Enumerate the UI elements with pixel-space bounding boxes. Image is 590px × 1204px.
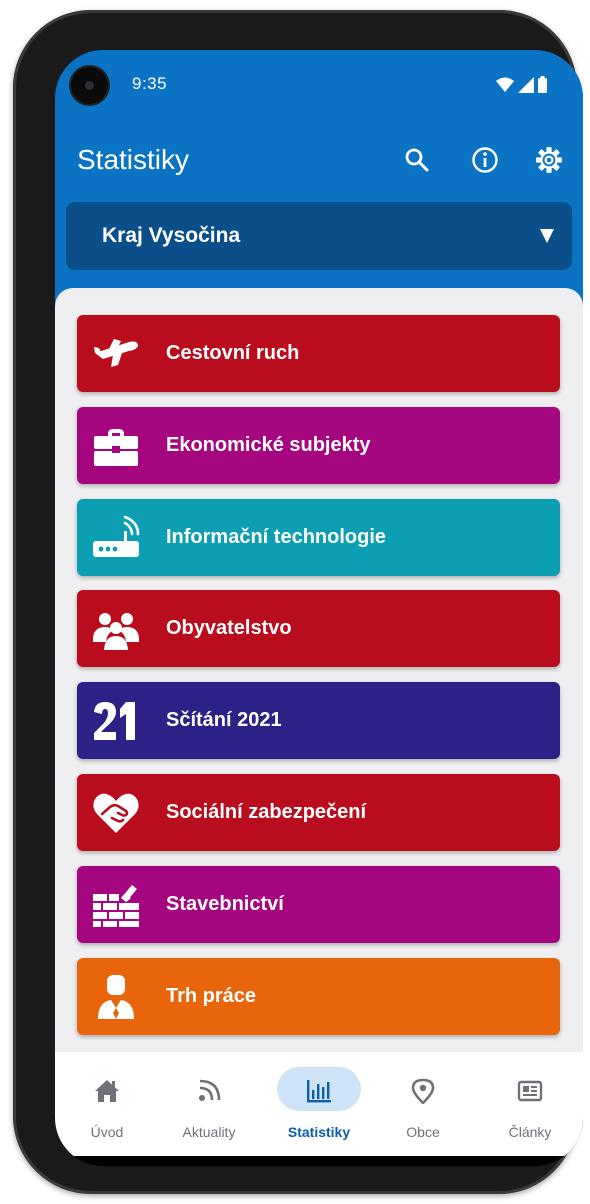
nav-item-aktuality[interactable]: Aktuality <box>159 1052 259 1156</box>
category-tile-stavebnictvi[interactable]: Stavebnictví <box>77 866 560 943</box>
region-select-value: Kraj Vysočina <box>102 224 241 247</box>
category-tile-informacni-technologie[interactable]: Informační technologie <box>77 499 560 576</box>
signal-icon <box>518 76 534 93</box>
front-camera <box>71 67 108 104</box>
category-tile-cestovni-ruch[interactable]: Cestovní ruch <box>77 315 560 392</box>
airplane-icon <box>94 339 138 367</box>
census-21-icon <box>94 702 135 740</box>
nav-item-obce[interactable]: Obce <box>373 1052 473 1156</box>
category-label: Stavebnictví <box>166 893 284 915</box>
bottom-navigation: Úvod Aktuality Statistiky Obce Články <box>55 1052 583 1156</box>
status-icons <box>496 76 547 93</box>
page-title: Statistiky <box>77 144 190 175</box>
category-tile-scitani-2021[interactable]: Sčítání 2021 <box>77 682 560 759</box>
category-label: Cestovní ruch <box>166 342 300 364</box>
category-label: Sčítání 2021 <box>166 709 282 731</box>
router-icon <box>93 515 140 557</box>
battery-icon <box>538 76 547 93</box>
nav-label-uvod: Úvod <box>90 1124 124 1140</box>
category-label: Sociální zabezpečení <box>166 801 367 823</box>
dropdown-caret-icon <box>540 229 554 243</box>
nav-label-statistiky: Statistiky <box>287 1124 351 1140</box>
gear-icon[interactable] <box>535 146 563 174</box>
bar-chart-icon <box>307 1080 331 1103</box>
map-pin-icon <box>411 1078 435 1104</box>
heart-hand-icon <box>93 793 139 833</box>
category-label: Obyvatelstvo <box>166 617 292 639</box>
nav-item-clanky[interactable]: Články <box>480 1052 580 1156</box>
category-list: Cestovní ruch Ekonomické subjekty Inform… <box>55 288 583 1052</box>
region-select[interactable]: Kraj Vysočina <box>66 202 572 270</box>
info-icon[interactable] <box>471 146 499 174</box>
newspaper-icon <box>517 1080 543 1102</box>
category-label: Trh práce <box>166 985 257 1007</box>
category-tile-ekonomicke-subjekty[interactable]: Ekonomické subjekty <box>77 407 560 484</box>
category-tile-trh-prace[interactable]: Trh práce <box>77 958 560 1035</box>
nav-label-clanky: Články <box>508 1124 552 1140</box>
wifi-icon <box>496 77 514 92</box>
category-tile-socialni-zabezpeceni[interactable]: Sociální zabezpečení <box>77 774 560 851</box>
brick-wall-icon <box>93 885 139 927</box>
phone-frame: 9:35 Statistiky Kraj Vysočina Cestovní r… <box>13 10 583 1194</box>
category-label: Informační technologie <box>166 526 387 548</box>
screen: 9:35 Statistiky Kraj Vysočina Cestovní r… <box>55 50 583 1166</box>
status-time: 9:35 <box>132 74 168 93</box>
people-icon <box>93 613 139 650</box>
search-icon[interactable] <box>403 146 431 174</box>
nav-item-statistiky[interactable]: Statistiky <box>269 1052 369 1156</box>
category-tile-obyvatelstvo[interactable]: Obyvatelstvo <box>77 590 560 667</box>
nav-label-obce: Obce <box>406 1124 440 1140</box>
nav-label-aktuality: Aktuality <box>182 1124 236 1140</box>
briefcase-icon <box>94 429 138 466</box>
rss-icon <box>199 1079 221 1101</box>
home-icon <box>95 1080 119 1102</box>
nav-item-uvod[interactable]: Úvod <box>57 1052 157 1156</box>
category-label: Ekonomické subjekty <box>166 434 371 456</box>
worker-icon <box>98 975 134 1019</box>
